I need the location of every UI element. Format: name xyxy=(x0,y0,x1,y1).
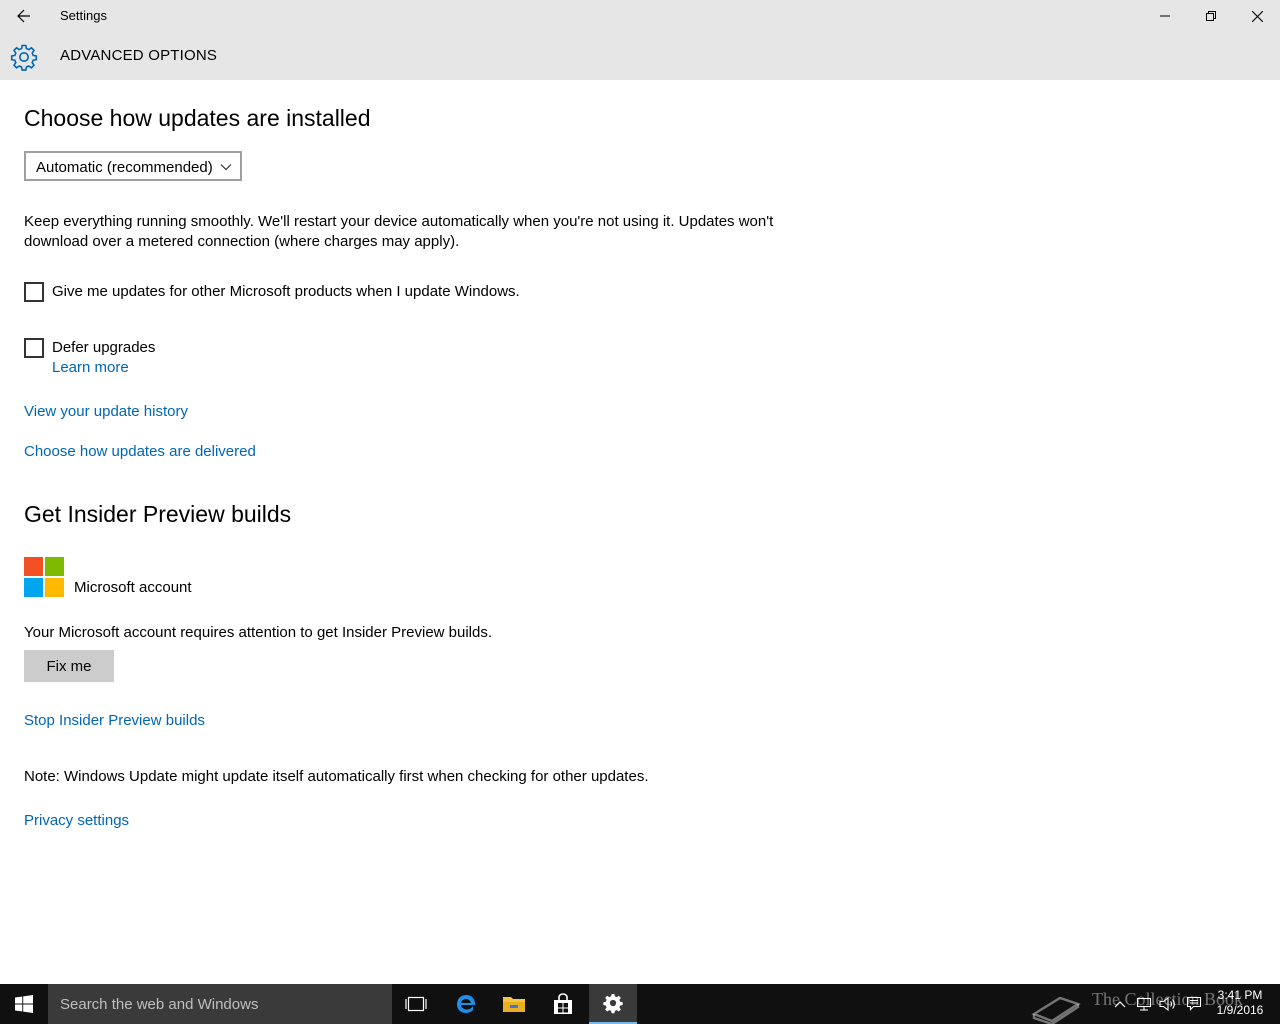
install-mode-value: Automatic (recommended) xyxy=(36,159,213,176)
other-products-label: Give me updates for other Microsoft prod… xyxy=(52,283,520,300)
taskbar: Search the web and Windows The Collectio… xyxy=(0,984,1280,1024)
store-bag-icon xyxy=(554,993,572,1014)
show-hidden-icons-button[interactable] xyxy=(1110,984,1130,1024)
task-view-button[interactable] xyxy=(392,984,440,1024)
action-center-button[interactable] xyxy=(1182,984,1206,1024)
microsoft-logo-icon xyxy=(24,557,64,597)
install-mode-dropdown[interactable]: Automatic (recommended) xyxy=(24,151,242,181)
learn-more-link[interactable]: Learn more xyxy=(52,359,129,376)
install-heading: Choose how updates are installed xyxy=(24,105,371,131)
windows-logo-icon xyxy=(15,995,33,1013)
speaker-icon xyxy=(1159,996,1175,1012)
task-view-icon xyxy=(405,996,427,1012)
start-button[interactable] xyxy=(0,984,48,1024)
chevron-down-icon xyxy=(220,164,232,171)
window-title: Settings xyxy=(60,8,107,23)
account-label: Microsoft account xyxy=(74,579,192,596)
notification-icon xyxy=(1186,996,1202,1011)
update-history-link[interactable]: View your update history xyxy=(24,403,188,420)
chevron-up-icon xyxy=(1114,1001,1126,1008)
clock-time: 3:41 PM xyxy=(1217,988,1263,1002)
back-arrow-icon xyxy=(17,9,30,23)
defer-upgrades-label: Defer upgrades xyxy=(52,339,156,356)
edge-button[interactable] xyxy=(442,984,490,1024)
privacy-settings-link[interactable]: Privacy settings xyxy=(24,812,129,829)
install-description: Keep everything running smoothly. We'll … xyxy=(24,213,774,250)
other-products-checkbox[interactable] xyxy=(24,282,44,302)
account-attention-text: Your Microsoft account requires attentio… xyxy=(24,624,493,641)
network-button[interactable] xyxy=(1132,984,1156,1024)
settings-taskbar-button[interactable] xyxy=(589,984,637,1024)
restore-icon xyxy=(1206,11,1216,21)
insider-heading: Get Insider Preview builds xyxy=(24,501,292,527)
close-icon xyxy=(1251,10,1263,22)
minimize-button[interactable] xyxy=(1142,0,1188,32)
edge-browser-icon xyxy=(457,995,475,1013)
gear-icon xyxy=(10,44,38,71)
title-bar: Settings xyxy=(0,0,1280,32)
defer-upgrades-checkbox[interactable] xyxy=(24,338,44,358)
restore-button[interactable] xyxy=(1188,0,1234,32)
taskbar-clock[interactable]: 3:41 PM 1/9/2016 xyxy=(1212,988,1268,1018)
update-note: Note: Windows Update might update itself… xyxy=(24,768,649,785)
volume-button[interactable] xyxy=(1156,984,1180,1024)
file-explorer-button[interactable] xyxy=(490,984,538,1024)
folder-icon xyxy=(503,997,525,1012)
close-button[interactable] xyxy=(1234,0,1280,32)
gear-icon xyxy=(603,993,623,1014)
delivery-options-link[interactable]: Choose how updates are delivered xyxy=(24,443,256,460)
book-icon xyxy=(1031,996,1081,1024)
clock-date: 1/9/2016 xyxy=(1216,1003,1264,1017)
minimize-icon xyxy=(1160,15,1170,17)
page-header: ADVANCED OPTIONS xyxy=(0,32,1280,80)
network-icon xyxy=(1136,997,1152,1011)
taskbar-search-box[interactable]: Search the web and Windows xyxy=(48,984,392,1024)
fix-me-button[interactable]: Fix me xyxy=(24,650,114,682)
page-title: ADVANCED OPTIONS xyxy=(60,47,218,64)
store-button[interactable] xyxy=(539,984,587,1024)
stop-insider-link[interactable]: Stop Insider Preview builds xyxy=(24,712,205,729)
back-button[interactable] xyxy=(0,0,48,32)
search-placeholder: Search the web and Windows xyxy=(60,996,259,1013)
